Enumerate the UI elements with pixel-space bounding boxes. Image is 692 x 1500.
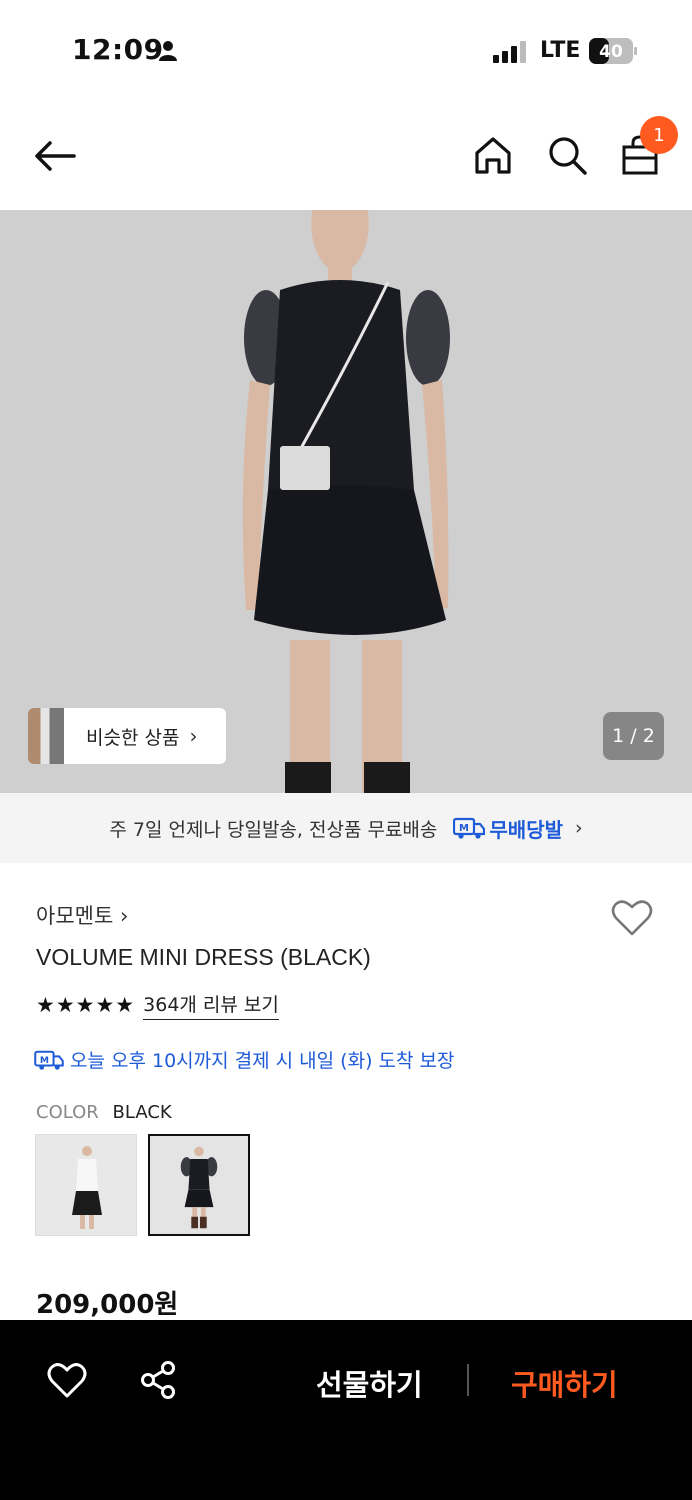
- product-image-gallery[interactable]: 비슷한 상품 › 1 / 2: [0, 210, 692, 793]
- chevron-right-icon: ›: [119, 904, 129, 928]
- bottom-action-bar: 선물하기 구매하기: [0, 1320, 692, 1500]
- chevron-right-icon: ›: [575, 817, 583, 839]
- similar-products-button[interactable]: 비슷한 상품 ›: [28, 708, 226, 764]
- color-label: COLOR: [36, 1102, 99, 1123]
- delivery-note: 오늘 오후 10시까지 결제 시 내일 (화) 도착 보장: [70, 1050, 455, 1072]
- star-icon: ★★★★★: [36, 993, 136, 1017]
- color-row: COLOR BLACK: [36, 1102, 172, 1123]
- product-photo: [0, 210, 692, 793]
- image-pager: 1 / 2: [603, 712, 664, 760]
- similar-products-thumbnail: [28, 708, 64, 764]
- shipping-banner[interactable]: 주 7일 언제나 당일발송, 전상품 무료배송 M 무배당발 ›: [0, 793, 692, 863]
- color-swatch-black[interactable]: [148, 1134, 250, 1236]
- store-link[interactable]: 아모멘토 ›: [36, 900, 128, 930]
- review-link[interactable]: 364개 리뷰 보기: [143, 990, 279, 1020]
- swatch-thumbnail: [36, 1135, 136, 1235]
- battery-icon: 40: [589, 38, 637, 64]
- rating-row: ★★★★★ 364개 리뷰 보기: [36, 990, 279, 1020]
- chevron-right-icon: ›: [189, 724, 198, 748]
- product-price: 209,000원: [36, 1290, 179, 1320]
- store-name: 아모멘토: [36, 904, 114, 928]
- heart-icon[interactable]: [610, 898, 654, 938]
- home-icon[interactable]: [472, 134, 514, 176]
- color-value: BLACK: [112, 1102, 172, 1123]
- swatch-thumbnail: [150, 1136, 248, 1234]
- share-icon[interactable]: [138, 1360, 178, 1400]
- divider: [467, 1364, 469, 1396]
- search-icon[interactable]: [546, 134, 588, 176]
- back-arrow-icon[interactable]: [30, 136, 80, 176]
- product-title: VOLUME MINI DRESS (BLACK): [36, 944, 371, 970]
- heart-icon[interactable]: [46, 1360, 88, 1400]
- person-icon: [159, 41, 177, 61]
- svg-text:M: M: [40, 1054, 49, 1065]
- delivery-guarantee: M 오늘 오후 10시까지 결제 시 내일 (화) 도착 보장: [34, 1046, 454, 1073]
- gift-button[interactable]: 선물하기: [316, 1362, 423, 1404]
- color-swatch-white[interactable]: [35, 1134, 137, 1236]
- cart-count-badge: 1: [640, 116, 678, 154]
- network-type: LTE: [540, 38, 581, 63]
- delivery-truck-icon: M: [453, 817, 486, 839]
- svg-text:M: M: [459, 823, 469, 834]
- delivery-truck-icon: M: [34, 1050, 64, 1070]
- shipping-brand: 무배당발: [489, 817, 563, 842]
- status-time: 12:09: [72, 33, 164, 66]
- battery-level: 40: [599, 42, 623, 62]
- similar-products-label: 비슷한 상품: [86, 726, 180, 749]
- status-bar: 12:09 LTE 40: [0, 0, 692, 100]
- top-nav-bar: 1: [0, 100, 692, 210]
- signal-icon: [493, 41, 526, 63]
- shipping-banner-text: 주 7일 언제나 당일발송, 전상품 무료배송: [109, 818, 438, 841]
- buy-button[interactable]: 구매하기: [511, 1362, 618, 1404]
